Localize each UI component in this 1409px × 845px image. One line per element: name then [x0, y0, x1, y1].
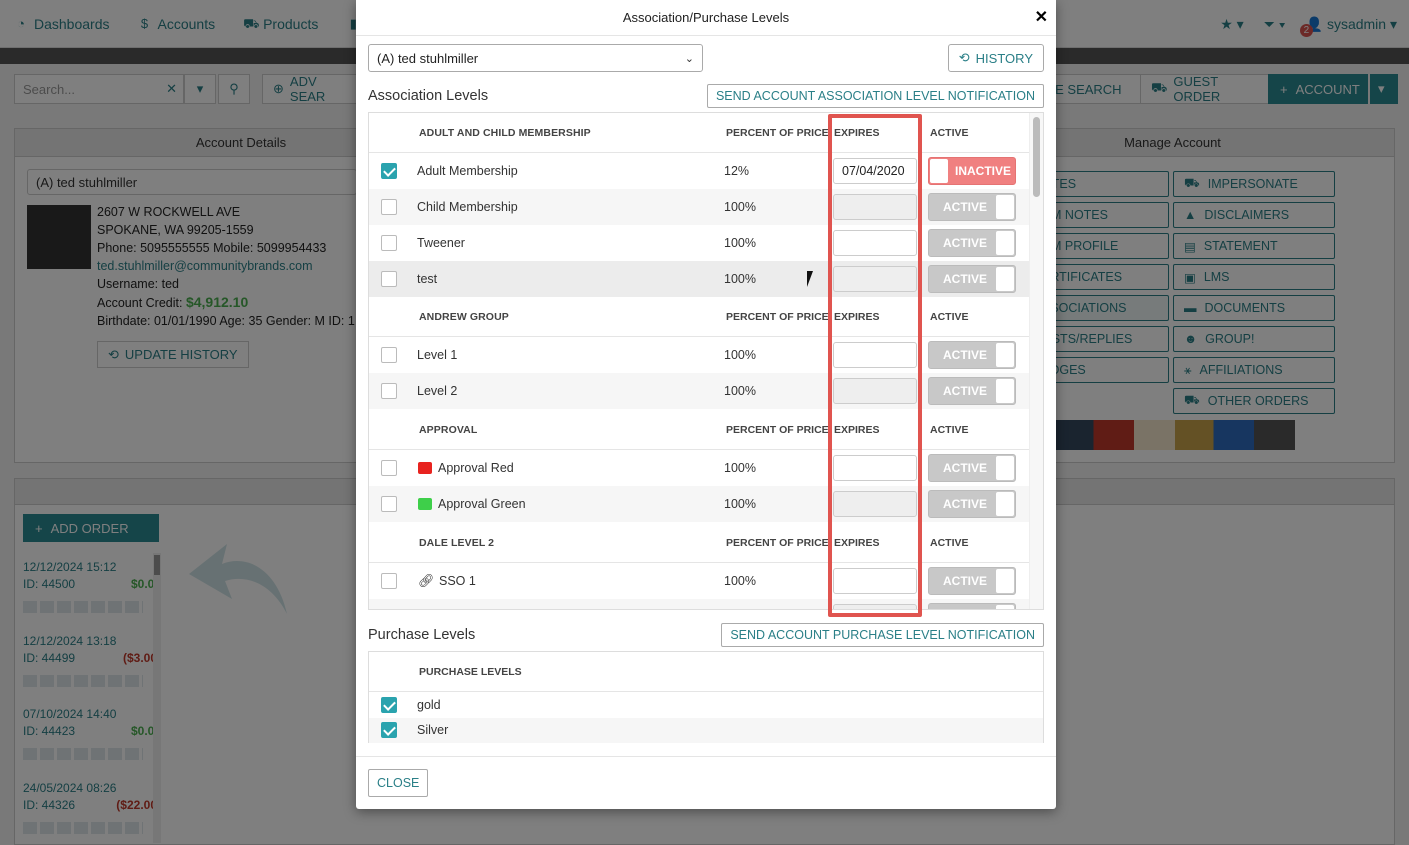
table-row: gold: [369, 692, 1043, 718]
chevron-down-icon: ⌄: [684, 53, 694, 65]
close-icon[interactable]: ✕: [1035, 9, 1048, 27]
red-color-swatch: [418, 462, 432, 474]
link-icon: 🔗︎: [418, 573, 435, 588]
table-row: Child Membership 100% ACTIVE: [369, 189, 1029, 225]
active-toggle[interactable]: ACTIVE: [928, 454, 1016, 482]
level-checkbox[interactable]: [381, 383, 397, 399]
level-checkbox[interactable]: [381, 347, 397, 363]
table-row: Approval Green 100% ACTIVE: [369, 486, 1029, 522]
send-purchase-notification-button[interactable]: SEND ACCOUNT PURCHASE LEVEL NOTIFICATION: [721, 623, 1044, 647]
active-toggle[interactable]: INACTIVE: [928, 157, 1016, 185]
active-toggle[interactable]: ACTIVE: [928, 341, 1016, 369]
account-select[interactable]: (A) ted stuhlmiller ⌄: [368, 44, 703, 72]
table-row: Level 2 100% ACTIVE: [369, 373, 1029, 409]
group-header: DALE LEVEL 2 PERCENT OF PRICE EXPIRES AC…: [369, 523, 1029, 563]
level-checkbox[interactable]: [381, 163, 397, 179]
association-levels-table: ADULT AND CHILD MEMBERSHIP PERCENT OF PR…: [368, 112, 1044, 610]
table-row: test 100% ACTIVE: [369, 261, 1029, 297]
table-row: Approval Red 100% ACTIVE: [369, 450, 1029, 486]
active-toggle[interactable]: ACTIVE: [928, 265, 1016, 293]
mouse-cursor: [807, 271, 813, 287]
association-levels-title: Association Levels: [368, 88, 489, 104]
active-toggle[interactable]: ACTIVE: [928, 229, 1016, 257]
history-icon: ⟲: [958, 50, 970, 65]
close-button[interactable]: CLOSE: [368, 769, 429, 797]
level-checkbox[interactable]: [381, 271, 397, 287]
history-button[interactable]: ⟲ HISTORY: [947, 44, 1044, 72]
expires-column-highlight: [828, 114, 922, 617]
group-header: ADULT AND CHILD MEMBERSHIP PERCENT OF PR…: [369, 113, 1029, 153]
table-row: Level 1 100% ACTIVE: [369, 337, 1029, 373]
table-row: Tweener 100% ACTIVE: [369, 225, 1029, 261]
purchase-checkbox[interactable]: [381, 697, 397, 713]
level-checkbox[interactable]: [381, 199, 397, 215]
send-association-notification-button[interactable]: SEND ACCOUNT ASSOCIATION LEVEL NOTIFICAT…: [706, 84, 1044, 108]
active-toggle[interactable]: ACTIVE: [928, 377, 1016, 405]
table-row: Silver: [369, 718, 1043, 743]
green-color-swatch: [418, 498, 432, 510]
active-toggle[interactable]: ACTIVE: [928, 490, 1016, 518]
level-checkbox[interactable]: [381, 496, 397, 512]
modal-title: Association/Purchase Levels: [356, 0, 1056, 36]
association-purchase-modal: Association/Purchase Levels ✕ (A) ted st…: [356, 0, 1056, 809]
level-checkbox[interactable]: [381, 573, 397, 589]
scrollbar-thumb[interactable]: [1033, 117, 1040, 197]
purchase-header: PURCHASE LEVELS: [369, 652, 1043, 692]
level-checkbox[interactable]: [381, 235, 397, 251]
group-header: ANDREW GROUP PERCENT OF PRICE EXPIRES AC…: [369, 297, 1029, 337]
active-toggle[interactable]: ACTIVE: [928, 193, 1016, 221]
table-row: 🔗︎ SSO 1 100% ACTIVE: [369, 563, 1029, 599]
group-header: APPROVAL PERCENT OF PRICE EXPIRES ACTIVE: [369, 410, 1029, 450]
active-toggle[interactable]: ACTIVE: [928, 567, 1016, 595]
association-scrollbar[interactable]: [1029, 113, 1043, 609]
table-row: Adult Membership 12% 07/04/2020 INACTIVE: [369, 153, 1029, 189]
modal-footer: [356, 756, 1056, 757]
purchase-levels-title: Purchase Levels: [368, 627, 476, 643]
level-checkbox[interactable]: [381, 460, 397, 476]
table-row-partial: [369, 599, 1029, 609]
purchase-levels-table: PURCHASE LEVELS gold Silver: [368, 651, 1044, 743]
purchase-checkbox[interactable]: [381, 722, 397, 738]
